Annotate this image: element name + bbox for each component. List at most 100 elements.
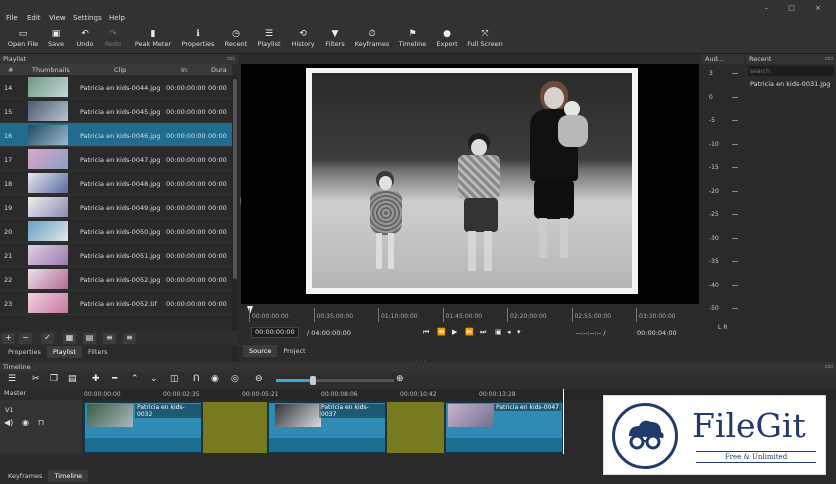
- export-button[interactable]: ● Export: [434, 28, 460, 52]
- volume-icon[interactable]: ◂: [507, 328, 511, 336]
- col-in[interactable]: In: [181, 66, 187, 74]
- keyframes-button[interactable]: ⏱ Keyframes: [352, 28, 392, 52]
- save-button[interactable]: ▣ Save: [44, 28, 68, 52]
- scrub-icon[interactable]: ◉: [211, 374, 219, 384]
- dock-float-close-icon[interactable]: ▫▫: [825, 54, 833, 64]
- zoom-slider[interactable]: [276, 376, 394, 385]
- redo-button[interactable]: ↷ Redo: [100, 28, 126, 52]
- tab-timeline[interactable]: Timeline: [48, 470, 89, 482]
- dock-float-close-icon[interactable]: ▫▫: [825, 362, 833, 372]
- split-icon[interactable]: ◫: [170, 374, 179, 384]
- timeline-ruler-label: 00:00:08:06: [321, 391, 358, 398]
- tab-source[interactable]: Source: [243, 345, 278, 357]
- playlist-button[interactable]: ☰ Playlist: [255, 28, 283, 52]
- recent-search-input[interactable]: [748, 66, 834, 76]
- update-clip-button[interactable]: ✓: [41, 333, 54, 344]
- menu-settings[interactable]: Settings: [73, 14, 102, 22]
- tab-properties[interactable]: Properties: [2, 346, 47, 358]
- figure-baby-body: [558, 115, 588, 147]
- tab-playlist[interactable]: Playlist: [46, 346, 82, 358]
- clip-duration: 00:00: [208, 276, 227, 284]
- video-viewer[interactable]: [241, 64, 699, 304]
- list-view-button[interactable]: ≡: [123, 333, 136, 344]
- play-icon[interactable]: ▶: [452, 328, 457, 336]
- playlist-row[interactable]: 21 Patricia en kids-0051.jpg 00:00:00:00 00…: [0, 243, 232, 267]
- playlist-scrollbar[interactable]: [232, 75, 238, 370]
- timeline-clip[interactable]: Patricia en kids-0032: [84, 402, 202, 453]
- recent-button[interactable]: ◷ Recent: [222, 28, 250, 52]
- menu-view[interactable]: View: [49, 14, 66, 22]
- tab-filters[interactable]: Filters: [82, 346, 113, 358]
- zoom-dropdown-icon[interactable]: ▾: [517, 328, 521, 336]
- icon-view-button[interactable]: ▤: [83, 333, 96, 344]
- timeline-clip[interactable]: Patricia en kids-0047: [445, 402, 563, 453]
- timeline-button[interactable]: ⚑ Timeline: [396, 28, 429, 52]
- grid-icon[interactable]: ▣: [495, 328, 502, 336]
- details-view-button[interactable]: ≡: [103, 333, 116, 344]
- timeline-menu-icon[interactable]: ☰: [8, 374, 16, 384]
- playlist-row[interactable]: 20 Patricia en kids-0050.jpg 00:00:00:00 00…: [0, 219, 232, 243]
- lock-icon[interactable]: ⊓: [38, 418, 44, 427]
- skip-next-icon[interactable]: ⏭: [480, 328, 486, 337]
- playlist-row[interactable]: 14 Patricia en kids-0044.jpg 00:00:00:00 00…: [0, 75, 232, 99]
- col-number[interactable]: #: [8, 66, 13, 74]
- add-clip-button[interactable]: +: [2, 333, 15, 344]
- properties-button[interactable]: ℹ Properties: [179, 28, 217, 52]
- copy-icon[interactable]: ❐: [50, 374, 58, 384]
- timeline-ruler-label: 00:00:10:42: [400, 391, 437, 398]
- zoom-out-icon[interactable]: ⊖: [255, 374, 263, 384]
- playlist-row[interactable]: 16 Patricia en kids-0046.jpg 00:00:00:00 00…: [0, 123, 232, 147]
- full-screen-button[interactable]: ⤧ Full Screen: [465, 28, 505, 52]
- fast-forward-icon[interactable]: ⏩: [465, 328, 474, 336]
- menu-edit[interactable]: Edit: [27, 14, 41, 22]
- clip-duration: 00:00: [208, 228, 227, 236]
- col-clip[interactable]: Clip: [114, 66, 126, 74]
- left-splitter-handle[interactable]: ▕: [236, 198, 241, 205]
- ripple-icon[interactable]: ◎: [231, 374, 239, 384]
- skip-previous-icon[interactable]: ⏮: [423, 328, 429, 337]
- zoom-in-icon[interactable]: ⊕: [396, 374, 404, 384]
- window-controls[interactable]: – □ ×: [765, 4, 830, 12]
- playlist-row[interactable]: 22 Patricia en kids-0052.jpg 00:00:00:00 00…: [0, 267, 232, 291]
- recent-item[interactable]: Patricia en kids-0031.jpg: [750, 80, 830, 88]
- col-thumbnails[interactable]: Thumbnails: [32, 66, 70, 74]
- playlist-row[interactable]: 17 Patricia en kids-0047.jpg 00:00:00:00 00…: [0, 147, 232, 171]
- zoom-slider-handle[interactable]: [310, 376, 316, 385]
- dock-float-close-icon[interactable]: ▫▫: [227, 54, 235, 64]
- col-duration[interactable]: Dura: [211, 66, 227, 74]
- scrollbar-thumb[interactable]: [233, 79, 237, 279]
- time-ruler[interactable]: 00:00:00:00 00:35:00:00 01:10:00:00 01:45:0…: [241, 304, 699, 322]
- menu-file[interactable]: File: [6, 14, 18, 22]
- history-button[interactable]: ⟲ History: [288, 28, 318, 52]
- timeline-gap[interactable]: [387, 402, 444, 453]
- timeline-gap[interactable]: [203, 402, 267, 453]
- open-file-button[interactable]: ▭ Open File: [4, 28, 42, 52]
- tab-keyframes[interactable]: Keyframes: [2, 470, 48, 482]
- lift-icon[interactable]: ⌃: [131, 374, 139, 384]
- playlist-row[interactable]: 19 Patricia en kids-0049.jpg 00:00:00:00 00…: [0, 195, 232, 219]
- eye-icon[interactable]: ◉: [22, 418, 29, 427]
- playlist-row[interactable]: 15 Patricia en kids-0045.jpg 00:00:00:00 00…: [0, 99, 232, 123]
- filters-button[interactable]: ▼ Filters: [322, 28, 348, 52]
- position-timecode-input[interactable]: 00:00:00:00: [251, 327, 299, 338]
- cut-icon[interactable]: ✂: [32, 374, 40, 384]
- paste-icon[interactable]: ▤: [68, 374, 77, 384]
- snap-icon[interactable]: Ո: [193, 374, 200, 384]
- playlist-row[interactable]: 23 Patricia en kids-0052.tif 00:00:00:00 00…: [0, 291, 232, 315]
- mute-icon[interactable]: ◀): [4, 418, 13, 427]
- ruler-tick-line: [249, 308, 250, 322]
- overwrite-icon[interactable]: ⌄: [150, 374, 158, 384]
- remove-clip-button[interactable]: −: [19, 333, 32, 344]
- timeline-playhead[interactable]: [563, 389, 564, 454]
- menu-help[interactable]: Help: [109, 14, 125, 22]
- remove-icon[interactable]: ━: [112, 374, 117, 384]
- undo-button[interactable]: ↶ Undo: [72, 28, 98, 52]
- thumbnail-view-button[interactable]: ▦: [63, 333, 76, 344]
- peak-meter-button[interactable]: ▮ Peak Meter: [131, 28, 175, 52]
- timeline-clip[interactable]: Patricia en kids-0037: [268, 402, 386, 453]
- append-icon[interactable]: ✚: [92, 374, 100, 384]
- playlist-row[interactable]: 18 Patricia en kids-0048.jpg 00:00:00:00 00…: [0, 171, 232, 195]
- tab-project[interactable]: Project: [277, 345, 311, 357]
- rewind-icon[interactable]: ⏪: [437, 328, 446, 336]
- row-number: 18: [4, 180, 13, 188]
